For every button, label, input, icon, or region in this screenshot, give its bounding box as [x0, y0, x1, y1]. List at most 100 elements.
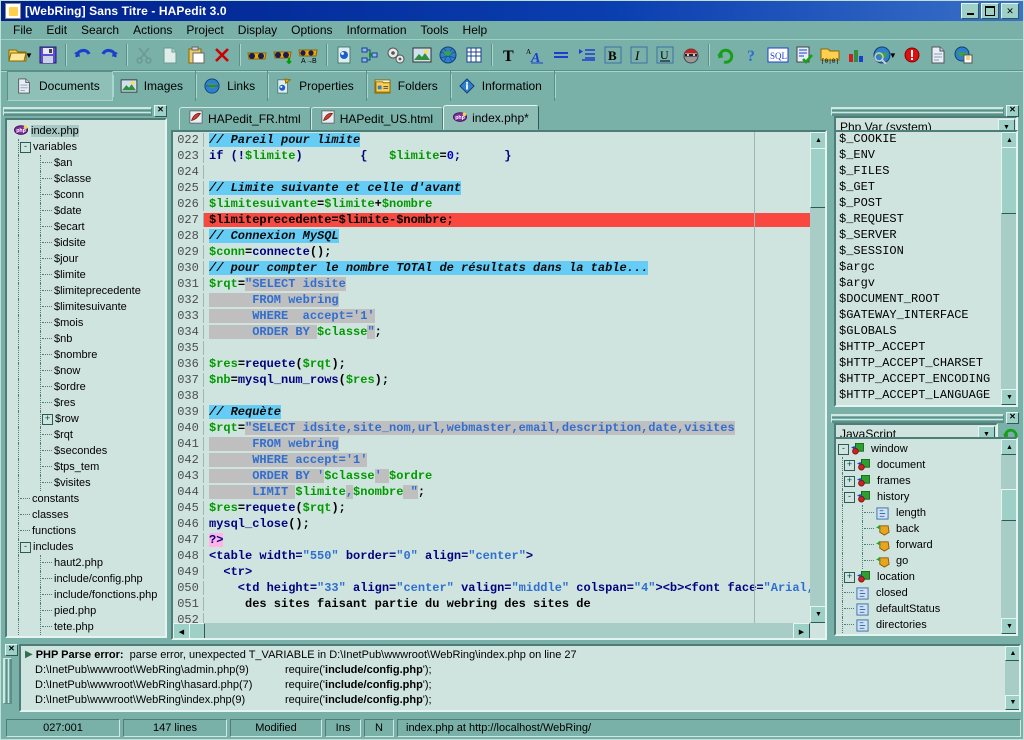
php-var-item[interactable]: $_SESSION	[836, 244, 1000, 260]
code-line[interactable]: 040$rqt="SELECT idsite,site_nom,url,webm…	[173, 420, 810, 436]
delete-icon[interactable]	[209, 42, 235, 68]
bold-icon[interactable]: B	[600, 42, 626, 68]
explorer-node[interactable]: $classe	[10, 171, 165, 187]
code-line[interactable]: 051 des sites faisant partie du webring …	[173, 596, 810, 612]
explorer-node[interactable]: $idsite	[10, 235, 165, 251]
explorer-node[interactable]: functions	[10, 523, 165, 539]
code-line[interactable]: 022// Pareil pour limite	[173, 132, 810, 148]
php-var-scrollbar[interactable]: ▲ ▼	[1001, 132, 1016, 405]
scroll-up-button[interactable]: ▲	[1001, 439, 1018, 455]
refresh-icon[interactable]	[713, 42, 739, 68]
explorer-node[interactable]: $nombre	[10, 347, 165, 363]
explorer-node[interactable]: -variables	[10, 139, 165, 155]
explorer-tree-box[interactable]: phpindex.php-variables$an$classe$conn$da…	[5, 118, 167, 638]
code-line[interactable]: 026$limitesuivante=$limite+$nombre	[173, 196, 810, 212]
explorer-node[interactable]: $date	[10, 203, 165, 219]
binary-folder-icon[interactable]: [0|0]	[817, 42, 843, 68]
output-list[interactable]: ▶PHP Parse error: parse error, unexpecte…	[19, 644, 1021, 712]
output-drag-grip[interactable]	[3, 658, 12, 704]
minimize-button[interactable]	[961, 3, 979, 19]
tree-toggle-collapse-icon[interactable]: -	[20, 542, 31, 553]
explorer-node[interactable]: +$row	[10, 411, 165, 427]
explorer-node[interactable]: $res	[10, 395, 165, 411]
php-var-item[interactable]: $argc	[836, 260, 1000, 276]
preview-globe-icon[interactable]	[869, 42, 895, 68]
explorer-node[interactable]: include/config.php	[10, 571, 165, 587]
italic-icon[interactable]: I	[626, 42, 652, 68]
editor-tab[interactable]: phpindex.php*	[443, 105, 539, 130]
explorer-node[interactable]: -includes	[10, 539, 165, 555]
js-tree-node[interactable]: directories	[836, 617, 1000, 633]
tree-toggle-expand-icon[interactable]: +	[844, 572, 855, 583]
hr-icon[interactable]	[548, 42, 574, 68]
tree-toggle-expand-icon[interactable]: +	[844, 476, 855, 487]
explorer-node[interactable]: haut2.php	[10, 555, 165, 571]
tree-toggle-collapse-icon[interactable]: -	[20, 142, 31, 153]
php-var-item[interactable]: $_REQUEST	[836, 212, 1000, 228]
menu-search[interactable]: Search	[74, 22, 126, 38]
js-explorer-drag-grip[interactable]	[831, 414, 1004, 423]
indent-icon[interactable]	[574, 42, 600, 68]
explorer-node[interactable]: $limite	[10, 267, 165, 283]
menu-information[interactable]: Information	[340, 22, 414, 38]
menu-actions[interactable]: Actions	[126, 22, 179, 38]
sql-icon[interactable]: SQL	[765, 42, 791, 68]
properties-icon[interactable]	[331, 42, 357, 68]
code-text-area[interactable]: 022// Pareil pour limite023if (!$limite)…	[173, 132, 810, 623]
mode-tab-documents[interactable]: Documents	[7, 71, 113, 101]
table-icon[interactable]	[461, 42, 487, 68]
code-line[interactable]: 047?>	[173, 532, 810, 548]
code-line[interactable]: 036$res=requete($rqt);	[173, 356, 810, 372]
output-close-button[interactable]: ✕	[5, 644, 18, 656]
explorer-node[interactable]: $visites	[10, 475, 165, 491]
js-tree-node[interactable]: -window	[836, 441, 1000, 457]
face-icon[interactable]	[678, 42, 704, 68]
replace-icon[interactable]: A→B	[296, 42, 322, 68]
code-line[interactable]: 043 ORDER BY '$classe' $ordre	[173, 468, 810, 484]
explorer-node[interactable]: $tps_tem	[10, 459, 165, 475]
undo-icon[interactable]	[70, 42, 96, 68]
explorer-node[interactable]: $limiteprecedente	[10, 283, 165, 299]
code-line[interactable]: 031$rqt="SELECT idsite	[173, 276, 810, 292]
js-tree-scrollbar[interactable]: ▲ ▼	[1001, 439, 1016, 634]
php-var-item[interactable]: $argv	[836, 276, 1000, 292]
cut-icon[interactable]	[131, 42, 157, 68]
scroll-up-button[interactable]: ▲	[810, 132, 827, 149]
mode-tab-images[interactable]: Images	[113, 71, 196, 101]
settings-icon[interactable]	[383, 42, 409, 68]
menu-file[interactable]: File	[6, 22, 39, 38]
explorer-node[interactable]: $secondes	[10, 443, 165, 459]
explorer-node[interactable]: phpindex.php	[10, 123, 165, 139]
code-line[interactable]: 038	[173, 388, 810, 404]
explorer-node[interactable]: pied.php	[10, 603, 165, 619]
js-tree-node[interactable]: +frames	[836, 473, 1000, 489]
php-var-item[interactable]: $_COOKIE	[836, 132, 1000, 148]
code-line[interactable]: 027$limiteprecedente=$limite-$nombre;	[173, 212, 810, 228]
php-var-item[interactable]: $HTTP_ACCEPT_LANGUAGE	[836, 388, 1000, 404]
php-var-item[interactable]: $HTTP_ACCEPT	[836, 340, 1000, 356]
php-var-item[interactable]: $_FILES	[836, 164, 1000, 180]
js-explorer-close-button[interactable]: ✕	[1006, 412, 1019, 424]
explorer-node[interactable]: $nb	[10, 331, 165, 347]
code-line[interactable]: 042 WHERE accept='1'	[173, 452, 810, 468]
php-var-drag-grip[interactable]	[831, 107, 1004, 116]
globe-icon[interactable]	[435, 42, 461, 68]
php-var-scroll-thumb[interactable]	[1001, 147, 1018, 214]
code-scroll-thumb[interactable]	[810, 148, 827, 208]
help-icon[interactable]: ?	[739, 42, 765, 68]
text-icon[interactable]: T	[496, 42, 522, 68]
mode-tab-links[interactable]: Links	[196, 71, 268, 101]
explorer-node[interactable]: $ordre	[10, 379, 165, 395]
code-line[interactable]: 045$res=requete($rqt);	[173, 500, 810, 516]
copy-icon[interactable]	[157, 42, 183, 68]
explorer-node[interactable]: $jour	[10, 251, 165, 267]
code-line[interactable]: 049 <tr>	[173, 564, 810, 580]
tree-toggle-collapse-icon[interactable]: -	[838, 444, 849, 455]
output-row[interactable]: D:\InetPub\wwwroot\WebRing\index.php(9)r…	[21, 692, 1003, 707]
output-row[interactable]: D:\InetPub\wwwroot\WebRing\admin.php(9)r…	[21, 662, 1003, 677]
code-line[interactable]: 030// pour compter le nombre TOTAl de ré…	[173, 260, 810, 276]
tree-toggle-expand-icon[interactable]: +	[42, 414, 53, 425]
php-var-item[interactable]: $GATEWAY_INTERFACE	[836, 308, 1000, 324]
php-var-item[interactable]: $_GET	[836, 180, 1000, 196]
php-var-item[interactable]: $HTTP_ACCEPT_CHARSET	[836, 356, 1000, 372]
